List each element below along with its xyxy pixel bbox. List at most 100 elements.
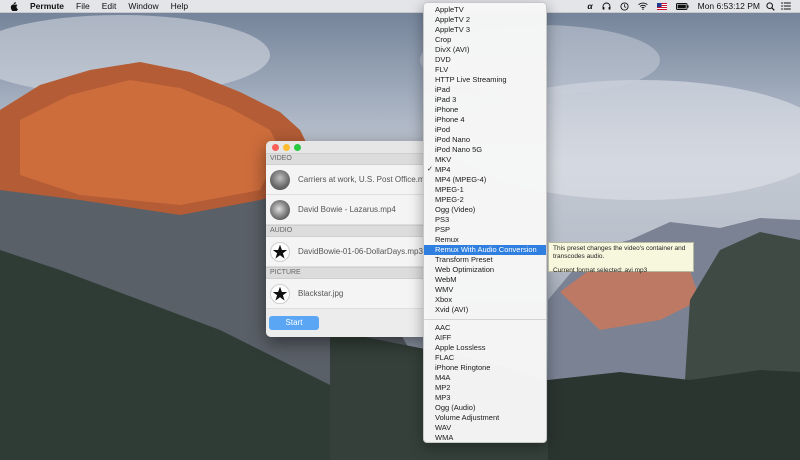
menu-item-label: iPad [435, 85, 451, 94]
file-row-picture-1[interactable]: Blackstar.jpg [266, 279, 428, 309]
menu-item-mkv[interactable]: MKV [424, 155, 546, 165]
menu-item-label: MPEG-1 [435, 185, 464, 194]
menu-item-label: Transform Preset [435, 255, 493, 264]
start-button[interactable]: Start [269, 316, 319, 330]
menu-item-label: AppleTV 3 [435, 25, 471, 34]
menu-item-mp4[interactable]: ✓ MP4 [424, 165, 546, 175]
time-machine-icon[interactable] [620, 1, 629, 11]
menu-item-wma[interactable]: WMA [424, 433, 546, 443]
wifi-icon[interactable] [637, 2, 648, 10]
start-bar: Start [266, 313, 428, 337]
alpha-status-icon[interactable]: α [587, 1, 592, 11]
menu-item-label: M4A [435, 373, 451, 382]
minimize-window-button[interactable] [283, 143, 290, 151]
menu-item-webm[interactable]: WebM [424, 275, 546, 285]
section-header-picture: PICTURE [266, 267, 428, 279]
menu-item-label: iPod Nano 5G [435, 145, 483, 154]
menu-item-crop[interactable]: Crop [424, 35, 546, 45]
menu-help[interactable]: Help [171, 1, 188, 11]
window-titlebar[interactable] [266, 141, 428, 153]
menu-item-aac[interactable]: AAC [424, 323, 546, 333]
close-window-button[interactable] [272, 143, 279, 151]
menu-item-aiff[interactable]: AIFF [424, 333, 546, 343]
menu-item-appletv[interactable]: AppleTV [424, 5, 546, 15]
menu-item-label: iPod Nano [435, 135, 471, 144]
menu-item-m4a[interactable]: M4A [424, 373, 546, 383]
menu-item-ipad-3[interactable]: iPad 3 [424, 95, 546, 105]
menu-item-label: DVD [435, 55, 451, 64]
file-name: Blackstar.jpg [298, 289, 344, 298]
menu-item-iphone-4[interactable]: iPhone 4 [424, 115, 546, 125]
file-name: Carriers at work, U.S. Post Office.mp4 [298, 175, 428, 184]
permute-window: VIDEO Carriers at work, U.S. Post Office… [266, 141, 428, 337]
menu-item-web-optimization[interactable]: Web Optimization [424, 265, 546, 275]
menu-item-label: Ogg (Audio) [435, 403, 476, 412]
audio-preset-group: AAC AIFF Apple Lossless FLAC iPhone Ringtone… [424, 323, 546, 443]
menu-item-label: WMA [435, 433, 454, 442]
menu-item-label: WMV [435, 285, 454, 294]
menu-item-volume-adjustment[interactable]: Volume Adjustment [424, 413, 546, 423]
menu-edit[interactable]: Edit [102, 1, 117, 11]
file-row-audio-1[interactable]: DavidBowie-01-06-DollarDays.mp3 [266, 237, 428, 267]
spotlight-icon[interactable] [766, 1, 775, 11]
menu-item-label: Apple Lossless [435, 343, 486, 352]
menu-item-label: MP4 (MPEG-4) [435, 175, 487, 184]
preset-dropdown-menu: AppleTV AppleTV 2 AppleTV 3 Crop DivX (AVI) D… [423, 2, 547, 443]
menu-item-appletv-2[interactable]: AppleTV 2 [424, 15, 546, 25]
battery-icon[interactable] [675, 2, 689, 10]
menu-item-appletv-3[interactable]: AppleTV 3 [424, 25, 546, 35]
star-artwork-icon [270, 283, 290, 304]
menu-item-mp3[interactable]: MP3 [424, 393, 546, 403]
menu-item-ogg-audio[interactable]: Ogg (Audio) [424, 403, 546, 413]
headphones-icon[interactable] [602, 2, 611, 10]
menu-item-flv[interactable]: FLV [424, 65, 546, 75]
file-row-video-2[interactable]: David Bowie - Lazarus.mp4 [266, 195, 428, 225]
menu-item-label: WebM [435, 275, 457, 284]
menu-item-xvid-avi[interactable]: Xvid (AVI) [424, 305, 546, 315]
menu-item-xbox[interactable]: Xbox [424, 295, 546, 305]
menu-item-mp2[interactable]: MP2 [424, 383, 546, 393]
menu-item-ipod-nano-5g[interactable]: iPod Nano 5G [424, 145, 546, 155]
menu-item-label: HTTP Live Streaming [435, 75, 507, 84]
menu-item-wav[interactable]: WAV [424, 423, 546, 433]
apple-icon[interactable] [10, 1, 20, 11]
file-row-video-1[interactable]: Carriers at work, U.S. Post Office.mp4 [266, 165, 428, 195]
file-name: DavidBowie-01-06-DollarDays.mp3 [298, 247, 423, 256]
menu-item-label: Volume Adjustment [435, 413, 500, 422]
menu-item-mpeg-1[interactable]: MPEG-1 [424, 185, 546, 195]
menu-item-wmv[interactable]: WMV [424, 285, 546, 295]
menu-item-iphone-ringtone[interactable]: iPhone Ringtone [424, 363, 546, 373]
menu-window[interactable]: Window [128, 1, 158, 11]
menu-item-psp[interactable]: PSP [424, 225, 546, 235]
notification-center-icon[interactable] [781, 2, 791, 10]
us-flag-icon[interactable] [656, 2, 667, 10]
menu-item-remux[interactable]: Remux [424, 235, 546, 245]
menu-item-ipad[interactable]: iPad [424, 85, 546, 95]
menu-item-label: iPod [435, 125, 451, 134]
menu-item-ogg-video[interactable]: Ogg (Video) [424, 205, 546, 215]
menu-item-label: Xvid (AVI) [435, 305, 469, 314]
menu-item-divx-avi[interactable]: DivX (AVI) [424, 45, 546, 55]
app-menu-permute[interactable]: Permute [30, 1, 64, 11]
menu-item-ps3[interactable]: PS3 [424, 215, 546, 225]
file-name: David Bowie - Lazarus.mp4 [298, 205, 396, 214]
preset-tooltip: This preset changes the video's containe… [548, 242, 694, 274]
menu-item-iphone[interactable]: iPhone [424, 105, 546, 115]
menu-item-label: FLAC [435, 353, 455, 362]
zoom-window-button[interactable] [294, 143, 301, 151]
menu-item-label: PS3 [435, 215, 450, 224]
menu-item-label: MP3 [435, 393, 451, 402]
menu-item-mp4-mpeg-4[interactable]: MP4 (MPEG-4) [424, 175, 546, 185]
menu-item-apple-lossless[interactable]: Apple Lossless [424, 343, 546, 353]
menu-item-flac[interactable]: FLAC [424, 353, 546, 363]
menu-item-ipod-nano[interactable]: iPod Nano [424, 135, 546, 145]
menu-item-dvd[interactable]: DVD [424, 55, 546, 65]
menu-item-http-live-streaming[interactable]: HTTP Live Streaming [424, 75, 546, 85]
clock[interactable]: Mon 6:53:12 PM [698, 1, 760, 11]
menu-item-ipod[interactable]: iPod [424, 125, 546, 135]
menu-item-transform-preset[interactable]: Transform Preset [424, 255, 546, 265]
menu-file[interactable]: File [76, 1, 90, 11]
video-thumbnail [270, 169, 290, 190]
menu-item-mpeg-2[interactable]: MPEG-2 [424, 195, 546, 205]
menu-item-remux-with-audio-conversion[interactable]: Remux With Audio Conversion [424, 245, 546, 255]
